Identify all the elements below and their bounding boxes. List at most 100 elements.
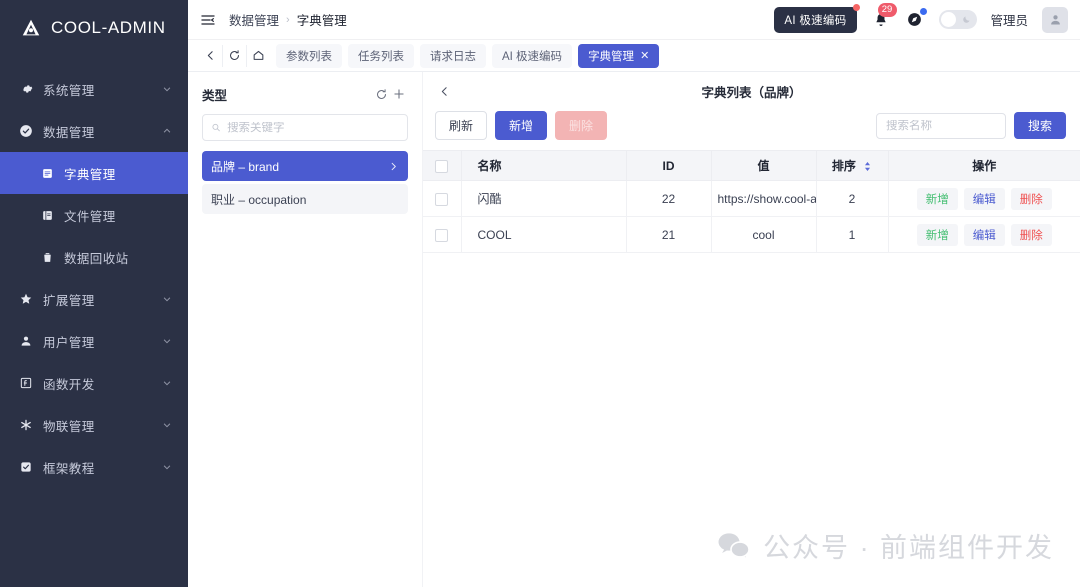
notification-button[interactable]: 29 <box>871 2 897 30</box>
row-delete-button[interactable]: 删除 <box>1010 223 1052 246</box>
sidebar-item-label: 函数开发 <box>43 377 95 392</box>
row-checkbox[interactable] <box>435 192 449 206</box>
dict-panel-header: 字典列表（品牌） <box>423 72 1080 102</box>
sidebar-item-extend[interactable]: 扩展管理 <box>0 278 188 320</box>
sidebar-item-function[interactable]: 函数开发 <box>0 362 188 404</box>
sidebar-item-label: 系统管理 <box>43 83 95 98</box>
sidebar-item-system[interactable]: 系统管理 <box>0 68 188 110</box>
tab-nav-back[interactable] <box>198 45 222 67</box>
hamburger-collapse-icon[interactable] <box>199 11 217 29</box>
user-name: 管理员 <box>990 14 1029 28</box>
watermark-text: 公众号 · 前端组件开发 <box>763 533 1055 563</box>
search-button[interactable]: 搜索 <box>1014 112 1067 139</box>
col-id: ID <box>626 150 712 181</box>
refresh-icon <box>230 50 239 60</box>
gear-icon <box>18 82 33 97</box>
theme-toggle[interactable] <box>938 10 977 29</box>
user-icon <box>18 334 33 349</box>
row-add-button[interactable]: 新增 <box>916 223 958 246</box>
check-square-icon <box>18 460 33 475</box>
sidebar-item-recycle[interactable]: 数据回收站 <box>0 236 188 278</box>
name-search-input[interactable] <box>886 119 997 132</box>
row-delete-button[interactable]: 删除 <box>1010 187 1052 210</box>
row-edit-button[interactable]: 编辑 <box>963 187 1005 210</box>
tab-tasks[interactable]: 任务列表 <box>348 43 414 68</box>
watermark: 公众号 · 前端组件开发 <box>717 526 1054 565</box>
chevron-right-icon[interactable] <box>388 161 399 172</box>
cell-id: 22 <box>626 180 712 217</box>
type-search-box[interactable] <box>202 114 408 141</box>
wechat-icon <box>717 531 751 561</box>
delete-button[interactable]: 删除 <box>555 111 608 140</box>
cell-value: https://show.cool-adm <box>711 180 817 217</box>
cell-name: COOL <box>461 216 627 253</box>
select-all-checkbox[interactable] <box>435 159 449 173</box>
col-sort[interactable]: 排序 <box>816 150 889 181</box>
row-select-cell <box>423 180 462 217</box>
sidebar-item-label: 用户管理 <box>43 335 95 350</box>
select-all-header <box>423 150 462 181</box>
sidebar-item-label: 数据管理 <box>43 125 95 140</box>
type-search-input[interactable] <box>227 121 399 134</box>
check-circle-icon <box>18 124 33 139</box>
avatar[interactable] <box>1042 6 1069 33</box>
cell-value: cool <box>711 216 817 253</box>
sidebar-item-dict[interactable]: 字典管理 <box>0 152 188 194</box>
col-name: 名称 <box>461 150 627 181</box>
tab-label: AI 极速编码 <box>502 50 563 63</box>
sidebar-item-iot[interactable]: 物联管理 <box>0 404 188 446</box>
row-add-button[interactable]: 新增 <box>916 187 958 210</box>
tab-dict[interactable]: 字典管理 ✕ <box>578 43 660 68</box>
breadcrumb: 数据管理 › 字典管理 <box>229 10 347 29</box>
topbar: 数据管理 › 字典管理 AI 极速编码 29 管理员 <box>188 0 1080 40</box>
tab-request-log[interactable]: 请求日志 <box>420 43 486 68</box>
tab-nav-home[interactable] <box>246 44 270 67</box>
chevron-down-icon <box>162 462 172 472</box>
row-checkbox[interactable] <box>435 228 449 242</box>
chevron-down-icon <box>162 420 172 430</box>
sidebar-item-file[interactable]: 文件管理 <box>0 194 188 236</box>
breadcrumb-parent[interactable]: 数据管理 <box>229 10 279 29</box>
page-title: 字典列表（品牌） <box>701 85 802 100</box>
table-row[interactable]: COOL 21 cool 1 新增 编辑 删除 <box>423 216 1080 253</box>
sidebar-item-user[interactable]: 用户管理 <box>0 320 188 362</box>
name-search-box[interactable] <box>876 112 1007 139</box>
file-icon <box>40 208 55 223</box>
sort-arrows-icon[interactable] <box>863 161 872 172</box>
sidebar-item-data[interactable]: 数据管理 <box>0 110 188 152</box>
ai-coding-label: AI 极速编码 <box>784 14 847 27</box>
user-avatar-icon <box>1050 15 1060 25</box>
tab-nav-refresh[interactable] <box>222 44 246 67</box>
cell-name: 闪酷 <box>461 180 627 217</box>
tab-params[interactable]: 参数列表 <box>276 43 342 68</box>
type-item-brand[interactable]: 品牌 – brand <box>202 151 408 181</box>
compass-new-dot-icon <box>919 7 927 15</box>
search-icon <box>212 123 220 132</box>
ai-coding-button[interactable]: AI 极速编码 <box>774 3 860 33</box>
tab-label: 请求日志 <box>430 50 476 63</box>
refresh-button[interactable]: 刷新 <box>435 111 488 140</box>
cool-admin-logo-icon <box>20 17 42 39</box>
toggle-knob <box>940 12 956 27</box>
type-refresh-button[interactable] <box>372 85 390 103</box>
row-edit-button[interactable]: 编辑 <box>963 223 1005 246</box>
sidebar-item-label: 框架教程 <box>43 461 95 476</box>
sidebar-item-tutorial[interactable]: 框架教程 <box>0 446 188 488</box>
chevron-up-icon <box>162 126 172 136</box>
col-operations: 操作 <box>888 150 1080 181</box>
compass-button[interactable] <box>905 7 927 30</box>
add-button[interactable]: 新增 <box>495 111 548 140</box>
close-icon[interactable]: ✕ <box>640 49 649 62</box>
breadcrumb-current: 字典管理 <box>296 14 347 28</box>
tab-ai-coding[interactable]: AI 极速编码 <box>492 43 573 68</box>
asterisk-icon <box>18 418 33 433</box>
type-add-button[interactable] <box>390 85 408 103</box>
table-body: 闪酷 22 https://show.cool-adm 2 新增 编辑 删除 <box>423 180 1080 253</box>
chevron-down-icon <box>162 84 172 94</box>
type-item-occupation[interactable]: 职业 – occupation <box>202 184 408 214</box>
brand-logo[interactable]: COOL-ADMIN <box>0 0 188 56</box>
table-row[interactable]: 闪酷 22 https://show.cool-adm 2 新增 编辑 删除 <box>423 180 1080 217</box>
trash-icon <box>40 250 55 265</box>
type-item-label: 职业 – occupation <box>211 192 307 207</box>
panel-collapse-button[interactable] <box>435 82 453 100</box>
